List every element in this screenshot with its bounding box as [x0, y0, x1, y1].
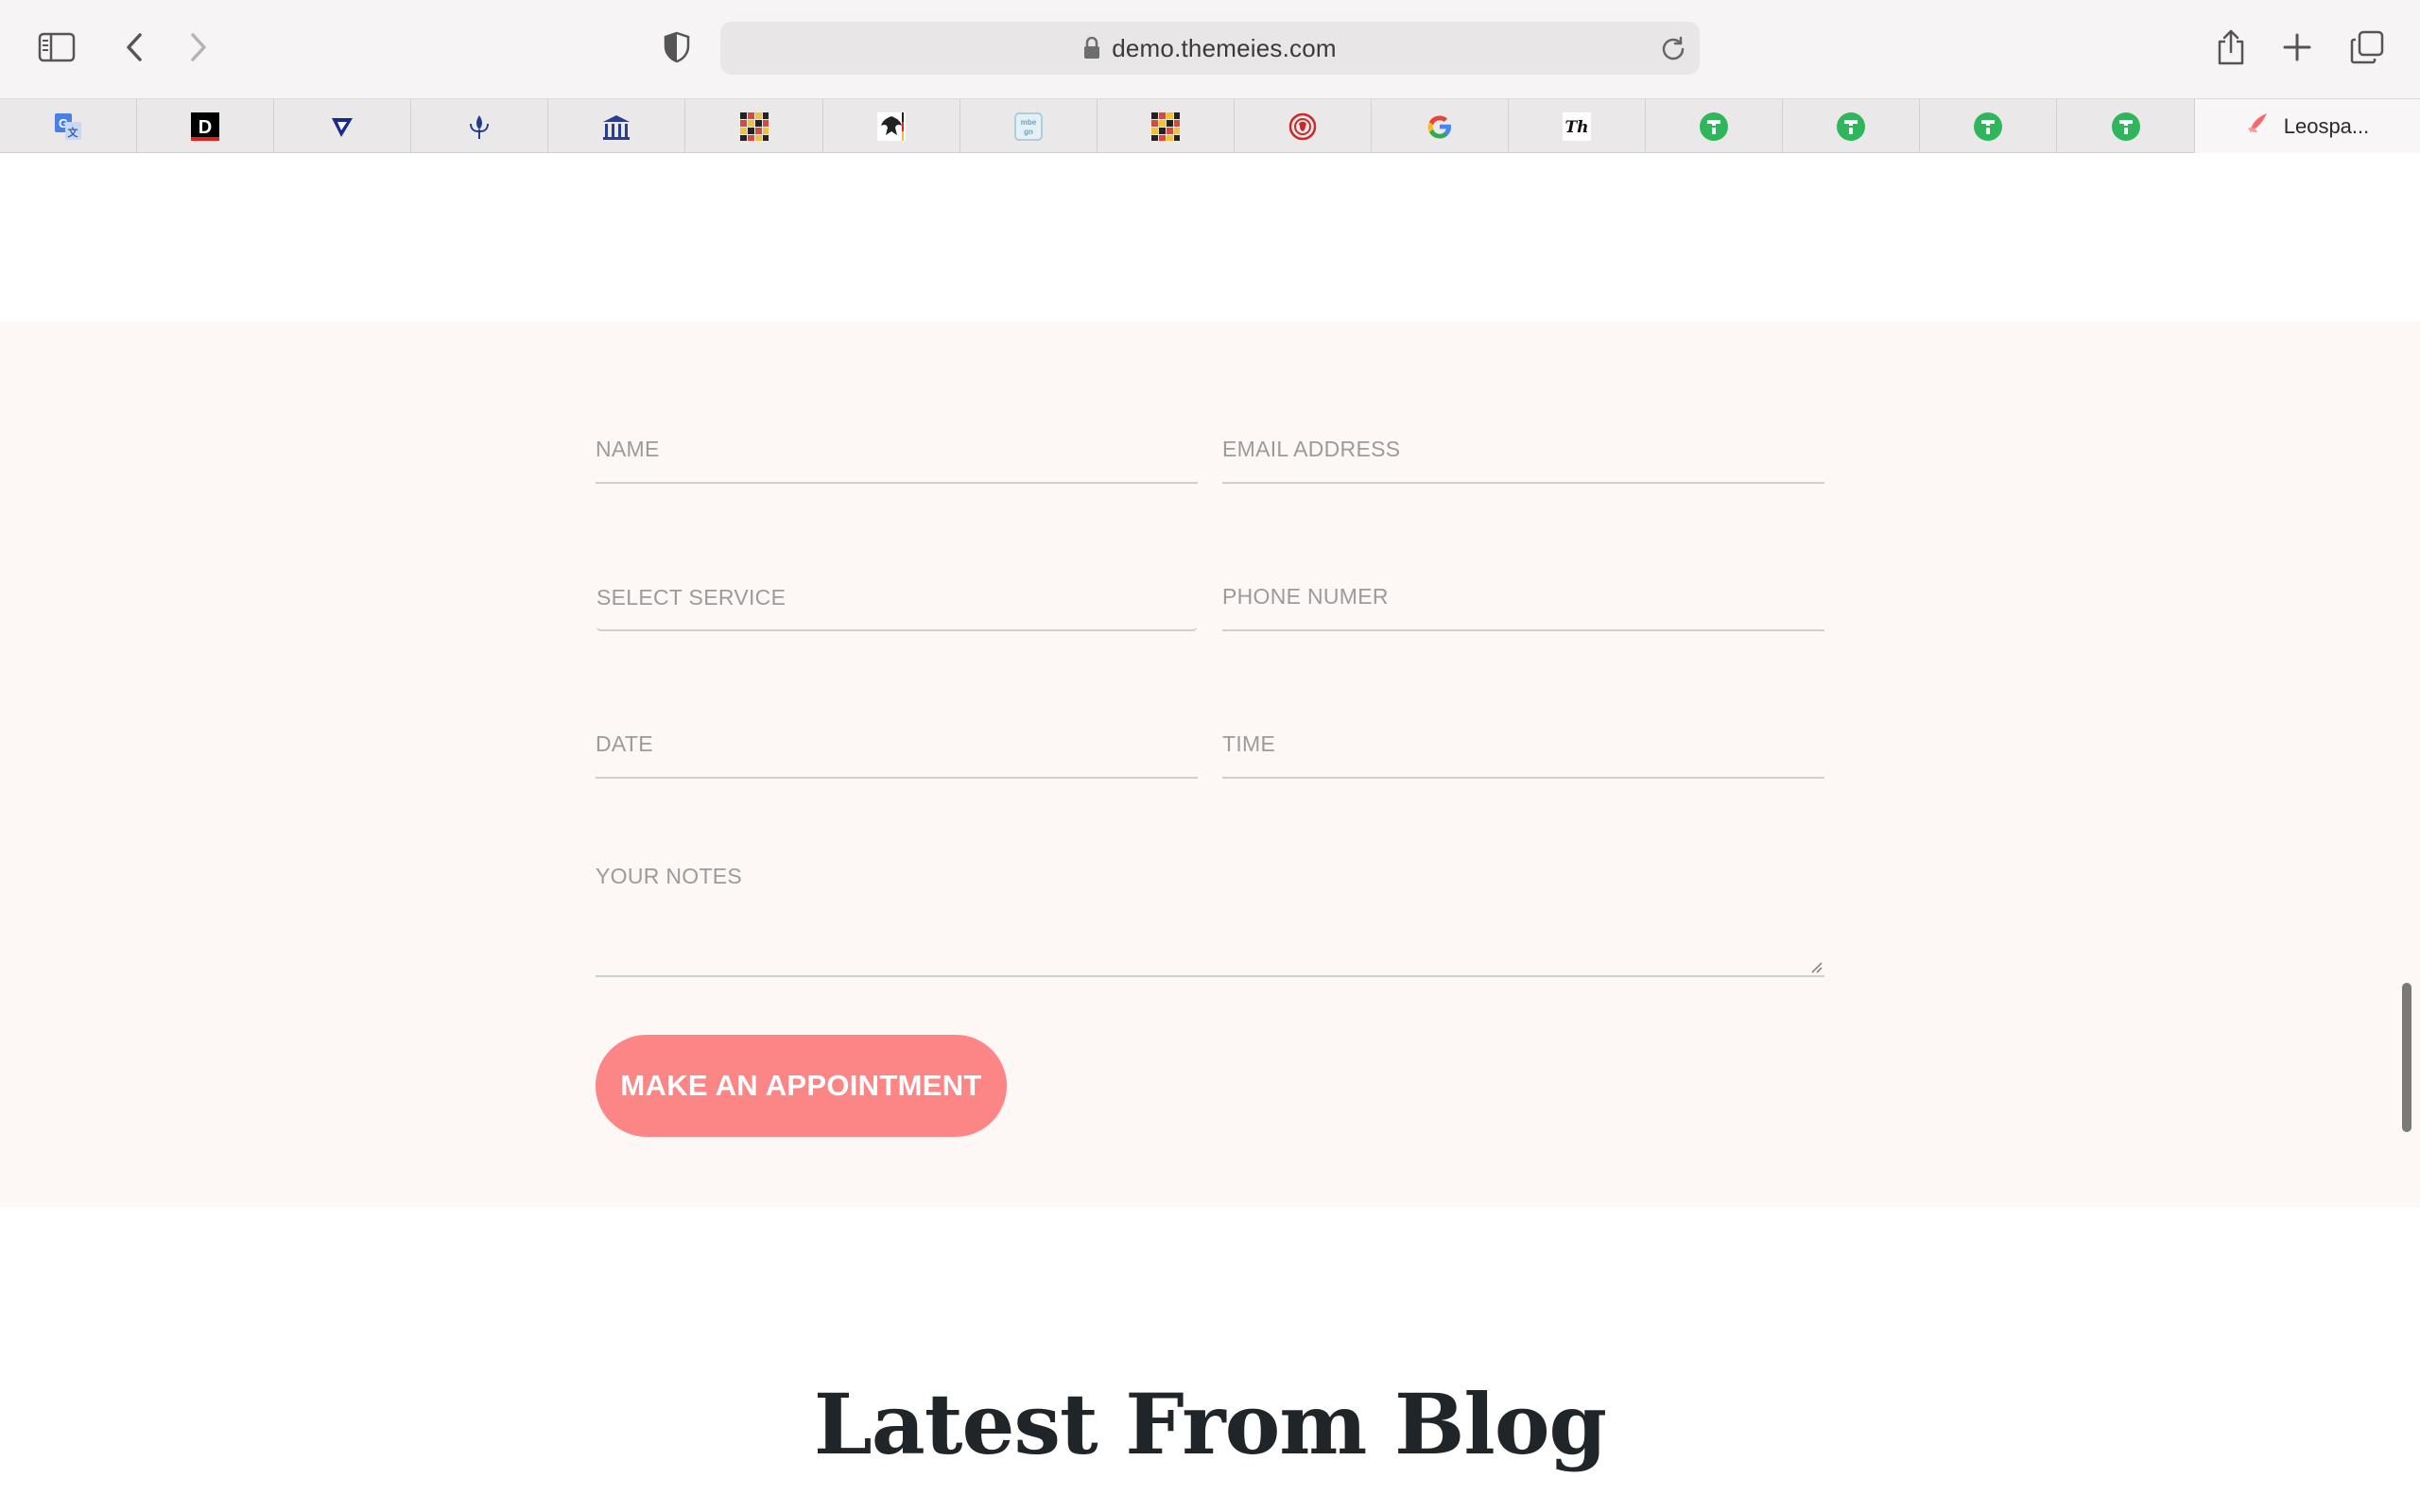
favorite-building-5[interactable] [548, 99, 686, 153]
fleur-icon [464, 112, 494, 142]
phone-placeholder: PHONE NUMER [1222, 584, 1389, 609]
v-check-icon [327, 112, 357, 142]
green-t-icon [1836, 112, 1866, 142]
notes-placeholder: YOUR NOTES [596, 864, 743, 888]
svg-text:gn: gn [1024, 128, 1033, 136]
svg-text:文: 文 [68, 126, 79, 139]
url-text: demo.themeies.com [1112, 33, 1337, 62]
page-scrollbar[interactable] [2402, 983, 2411, 1132]
favorite-green-t-14[interactable] [1783, 99, 1921, 153]
name-field[interactable]: NAME [596, 414, 1198, 484]
map-tile-icon: mbe gn [1013, 112, 1044, 142]
share-icon[interactable] [2204, 21, 2257, 74]
favorite-d-logo-2[interactable]: D [137, 99, 275, 153]
active-tab-label: Leospa... [2283, 113, 2370, 138]
date-placeholder: DATE [596, 731, 653, 756]
favorite-green-t-15[interactable] [1920, 99, 2058, 153]
service-placeholder: SELECT SERVICE [596, 585, 786, 610]
favorite-eagle-crest-7[interactable] [823, 99, 960, 153]
time-field[interactable]: TIME [1222, 709, 1824, 779]
favorites-bar: Leospa... G 文 Dmbe gn Th [0, 98, 2420, 153]
service-select[interactable]: SELECT SERVICE [596, 561, 1198, 631]
google-icon [1425, 112, 1455, 142]
address-bar[interactable]: demo.themeies.com [720, 22, 1700, 75]
date-field[interactable]: DATE [596, 709, 1198, 779]
page-top-whitespace [0, 153, 2420, 321]
reload-icon[interactable] [1660, 35, 1686, 61]
italic-th-icon: Th [1562, 112, 1592, 142]
green-t-icon [1699, 112, 1729, 142]
favorite-green-t-16[interactable] [2058, 99, 2195, 153]
grid-colorful-icon [739, 112, 769, 142]
green-t-icon [2111, 112, 2141, 142]
green-t-icon [1973, 112, 2003, 142]
lock-icon [1083, 37, 1100, 60]
lotus-icon [2246, 112, 2274, 141]
favorite-green-t-13[interactable] [1646, 99, 1784, 153]
eagle-crest-icon [876, 112, 907, 142]
grid-colorful-icon [1150, 112, 1181, 142]
time-placeholder: TIME [1222, 731, 1276, 756]
active-tab[interactable]: Leospa... [2195, 99, 2420, 153]
favorite-google-translate-1[interactable]: G文 [0, 99, 138, 153]
appointment-section [0, 321, 2420, 1208]
favorite-italic-th-12[interactable]: Th [1509, 99, 1647, 153]
d-logo-icon: D [190, 112, 220, 142]
privacy-shield-icon[interactable] [650, 21, 703, 74]
forward-icon[interactable] [172, 21, 225, 74]
blog-section-title: Latest From Blog [813, 1375, 1607, 1473]
browser-toolbar: demo.themeies.com [0, 0, 2420, 98]
red-seal-icon [1288, 112, 1318, 142]
phone-field[interactable]: PHONE NUMER [1222, 561, 1824, 631]
new-tab-icon[interactable] [2271, 21, 2324, 74]
favorite-map-tile-8[interactable]: mbe gn [960, 99, 1098, 153]
resize-handle-icon[interactable] [1809, 960, 1823, 973]
make-appointment-button[interactable]: MAKE AN APPOINTMENT [596, 1035, 1007, 1137]
email-placeholder: EMAIL ADDRESS [1222, 437, 1401, 461]
svg-text:mbe: mbe [1021, 118, 1037, 127]
favorite-red-seal-10[interactable] [1235, 99, 1372, 153]
notes-textarea[interactable]: YOUR NOTES [596, 835, 1824, 977]
favorite-google-11[interactable] [1372, 99, 1510, 153]
building-icon [601, 112, 631, 142]
favorite-grid-colorful-6[interactable] [686, 99, 823, 153]
favorite-fleur-4[interactable] [411, 99, 549, 153]
back-icon[interactable] [108, 21, 161, 74]
favorite-grid-colorful-9[interactable] [1098, 99, 1235, 153]
email-field[interactable]: EMAIL ADDRESS [1222, 414, 1824, 484]
svg-text:Th: Th [1565, 118, 1589, 137]
google-translate-icon: G文 [53, 112, 83, 142]
name-placeholder: NAME [596, 437, 660, 461]
tab-overview-icon[interactable] [2341, 21, 2394, 74]
svg-text:D: D [199, 117, 212, 138]
favorite-v-check-3[interactable] [274, 99, 412, 153]
sidebar-toggle-icon[interactable] [30, 21, 83, 74]
